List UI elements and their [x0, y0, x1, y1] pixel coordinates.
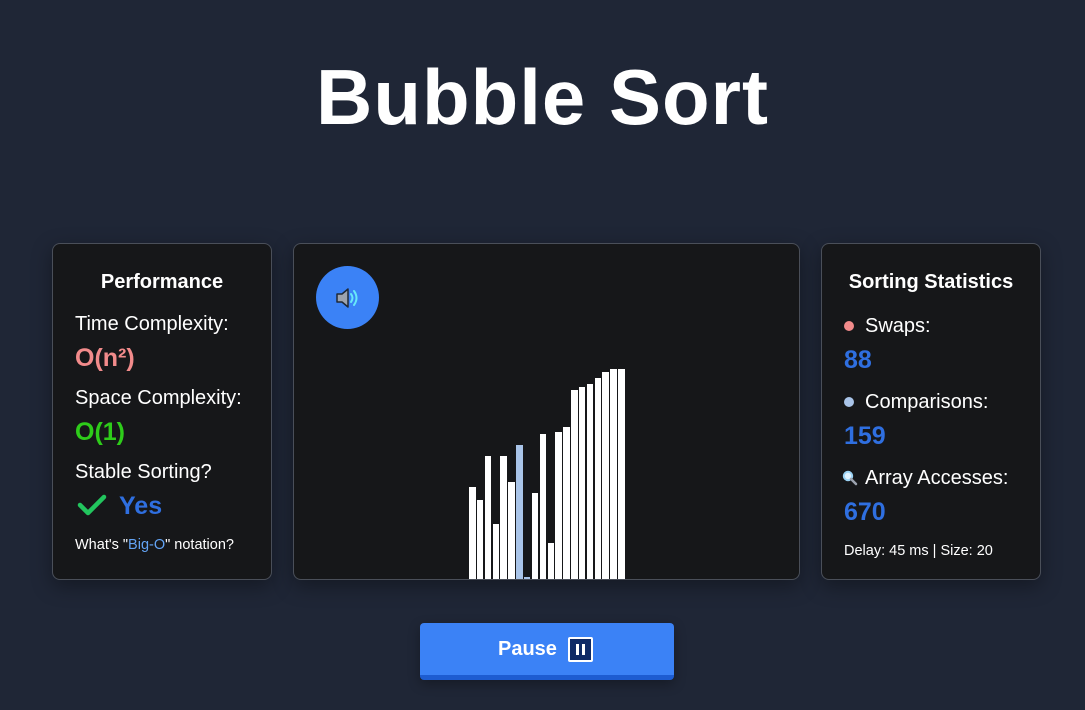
comparison-dot-icon: [844, 397, 854, 407]
array-bar: [539, 434, 547, 579]
pause-button-label: Pause: [498, 638, 557, 660]
array-bar: [594, 378, 602, 579]
statistics-panel: Sorting Statistics Swaps: 88 Comparisons…: [821, 243, 1041, 580]
check-icon: [77, 494, 107, 516]
array-bar: [618, 369, 625, 579]
array-bar: [484, 456, 492, 579]
magnifier-icon: [842, 470, 858, 486]
array-bar: [602, 372, 609, 579]
array-accesses-value: 670: [844, 498, 886, 526]
big-o-link[interactable]: Big-O: [128, 537, 165, 553]
array-bar: [508, 482, 515, 579]
space-complexity-label: Space Complexity:: [75, 387, 242, 409]
big-o-prefix: What's ": [75, 537, 129, 553]
time-complexity-label: Time Complexity:: [75, 313, 229, 335]
visualizer-panel: [293, 243, 800, 580]
delay-size-info: Delay: 45 ms | Size: 20: [844, 543, 993, 559]
array-bar: [547, 543, 554, 579]
space-complexity-value: O(1): [75, 418, 125, 446]
performance-heading: Performance: [100, 271, 224, 293]
pause-button[interactable]: Pause: [420, 623, 674, 680]
pause-icon: [568, 637, 593, 662]
performance-panel: Performance Time Complexity: O(n²) Space…: [52, 243, 272, 580]
array-bar: [586, 384, 594, 579]
array-bar: [500, 456, 507, 579]
speaker-icon: [336, 288, 358, 308]
array-bar: [563, 427, 570, 579]
swaps-label: Swaps:: [865, 315, 931, 337]
array-bar: [469, 487, 476, 579]
time-complexity-value: O(n²): [75, 344, 135, 372]
array-bar: [492, 524, 500, 579]
stable-sorting-value: Yes: [119, 492, 163, 520]
array-bar: [555, 432, 562, 579]
array-bar: [571, 390, 578, 579]
statistics-heading: Sorting Statistics: [848, 271, 1014, 293]
big-o-suffix: " notation?: [165, 537, 234, 553]
array-bar: [578, 387, 586, 579]
sound-toggle-button[interactable]: [316, 266, 379, 329]
array-bar: [610, 369, 617, 579]
page-title: Bubble Sort: [316, 53, 769, 141]
comparisons-value: 159: [844, 422, 886, 450]
comparisons-label: Comparisons:: [865, 391, 989, 413]
big-o-question: What's "Big-O" notation?: [75, 537, 234, 553]
array-accesses-label: Array Accesses:: [865, 467, 1009, 489]
swaps-value: 88: [844, 346, 872, 374]
array-bar: [516, 445, 523, 579]
swap-dot-icon: [844, 321, 854, 331]
array-bar: [531, 493, 539, 579]
array-bar: [476, 500, 484, 579]
array-bar: [523, 577, 531, 579]
stable-sorting-label: Stable Sorting?: [75, 461, 212, 483]
